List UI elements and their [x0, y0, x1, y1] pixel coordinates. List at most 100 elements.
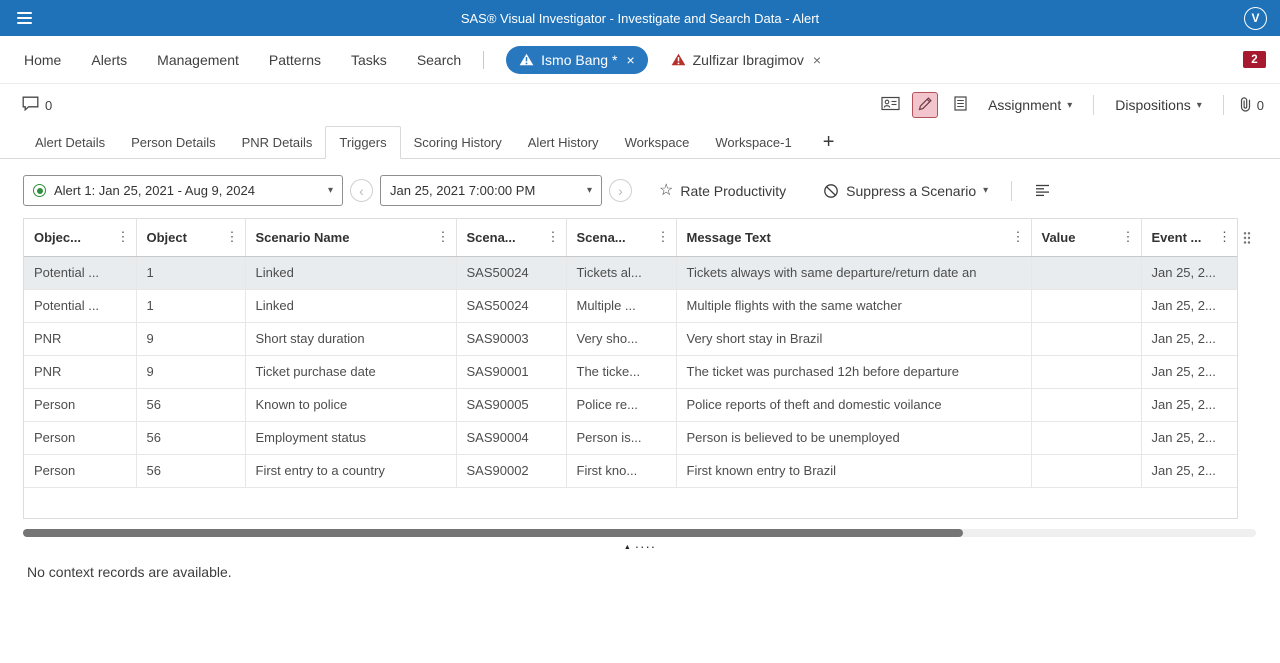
grid-options-button[interactable]	[1029, 178, 1055, 204]
tab-alert-history[interactable]: Alert History	[515, 126, 612, 158]
active-alert-icon	[33, 184, 46, 197]
action-bar: 0 Assignment ▾ Dispositions ▾ 0	[0, 84, 1280, 126]
warning-triangle-icon	[519, 53, 534, 66]
close-icon[interactable]: ×	[813, 52, 821, 68]
context-panel-collapse-handle[interactable]: ▲ ····	[0, 544, 1280, 551]
table-cell	[1031, 388, 1141, 421]
context-empty-message: No context records are available.	[27, 564, 1280, 580]
column-header-value[interactable]: Value ⋮	[1031, 219, 1141, 256]
tab-triggers[interactable]: Triggers	[325, 126, 400, 159]
column-menu-icon[interactable]: ⋮	[1012, 229, 1025, 245]
column-menu-icon[interactable]: ⋮	[657, 229, 670, 245]
column-header-message-text[interactable]: Message Text⋮	[676, 219, 1031, 256]
column-label: Value	[1042, 230, 1076, 245]
table-cell: PNR	[24, 322, 136, 355]
column-menu-icon[interactable]: ⋮	[1218, 229, 1231, 245]
vertical-scrollbar-grip[interactable]	[1243, 231, 1251, 245]
table-cell: SAS90001	[456, 355, 566, 388]
table-cell	[1031, 289, 1141, 322]
table-row[interactable]: PNR9Short stay durationSAS90003Very sho.…	[24, 322, 1237, 355]
nav-item-patterns[interactable]: Patterns	[269, 52, 321, 68]
edit-mode-button[interactable]	[912, 92, 938, 118]
suppress-scenario-button[interactable]: Suppress a Scenario ▾	[817, 182, 994, 200]
notes-button[interactable]	[947, 92, 973, 118]
menu-icon[interactable]	[0, 0, 46, 36]
triggers-grid: Objec...⋮Object⋮Scenario Name⋮Scena...⋮S…	[23, 218, 1238, 519]
comments-button[interactable]: 0	[22, 96, 52, 114]
table-row[interactable]: PNR9Ticket purchase dateSAS90001The tick…	[24, 355, 1237, 388]
column-menu-icon[interactable]: ⋮	[117, 229, 130, 245]
alert-select[interactable]: Alert 1: Jan 25, 2021 - Aug 9, 2024 ▾	[23, 175, 343, 206]
tab-scoring-history[interactable]: Scoring History	[401, 126, 515, 158]
table-row[interactable]: Potential ...1LinkedSAS50024Tickets al..…	[24, 256, 1237, 289]
nav-item-tasks[interactable]: Tasks	[351, 52, 387, 68]
table-cell: The ticke...	[566, 355, 676, 388]
warning-triangle-icon	[671, 53, 686, 66]
next-event-button[interactable]: ›	[609, 179, 632, 202]
column-header-scena[interactable]: Scena...⋮	[456, 219, 566, 256]
prev-event-button[interactable]: ‹	[350, 179, 373, 202]
app-title: SAS® Visual Investigator - Investigate a…	[0, 11, 1280, 26]
tab-workspace[interactable]: Workspace	[612, 126, 703, 158]
rate-productivity-label: Rate Productivity	[680, 183, 786, 199]
assignment-dropdown[interactable]: Assignment ▾	[982, 96, 1078, 114]
nav-item-management[interactable]: Management	[157, 52, 239, 68]
column-header-event[interactable]: Event ...⋮	[1141, 219, 1237, 256]
tab-person-details[interactable]: Person Details	[118, 126, 229, 158]
entity-card-button[interactable]	[877, 92, 903, 118]
tab-pnr-details[interactable]: PNR Details	[229, 126, 326, 158]
column-label: Scenario Name	[256, 230, 350, 245]
nav-item-home[interactable]: Home	[24, 52, 61, 68]
divider	[1223, 95, 1224, 115]
title-bar: SAS® Visual Investigator - Investigate a…	[0, 0, 1280, 36]
table-cell: Jan 25, 2...	[1141, 454, 1237, 487]
table-cell: Jan 25, 2...	[1141, 355, 1237, 388]
table-row[interactable]: Potential ...1LinkedSAS50024Multiple ...…	[24, 289, 1237, 322]
person-card-icon	[881, 96, 900, 114]
column-header-scenario-name[interactable]: Scenario Name ⋮	[245, 219, 456, 256]
tab-workspace-1[interactable]: Workspace-1	[702, 126, 804, 158]
table-cell: Linked	[245, 289, 456, 322]
paperclip-icon	[1239, 96, 1252, 115]
table-cell: 9	[136, 322, 245, 355]
notification-badge[interactable]: 2	[1243, 51, 1266, 68]
column-menu-icon[interactable]: ⋮	[1122, 229, 1135, 245]
assignment-label: Assignment	[988, 97, 1061, 113]
column-header-scena[interactable]: Scena...⋮	[566, 219, 676, 256]
tab-alert-details[interactable]: Alert Details	[22, 126, 118, 158]
rate-productivity-button[interactable]: ☆ Rate Productivity	[653, 182, 792, 200]
table-cell: First known entry to Brazil	[676, 454, 1031, 487]
nav-item-alerts[interactable]: Alerts	[91, 52, 127, 68]
entity-tab-ismo-bang[interactable]: Ismo Bang *×	[506, 46, 647, 74]
table-cell: Ticket purchase date	[245, 355, 456, 388]
main-nav: HomeAlertsManagementPatternsTasksSearch …	[0, 36, 1280, 84]
table-cell: SAS50024	[456, 289, 566, 322]
table-cell	[1031, 355, 1141, 388]
avatar[interactable]: V	[1244, 7, 1267, 30]
divider	[1011, 181, 1012, 201]
event-time-select[interactable]: Jan 25, 2021 7:00:00 PM ▾	[380, 175, 602, 206]
action-bar-right: Assignment ▾ Dispositions ▾ 0	[877, 92, 1264, 118]
table-cell: Known to police	[245, 388, 456, 421]
horizontal-scrollbar[interactable]	[23, 529, 1256, 537]
dispositions-dropdown[interactable]: Dispositions ▾	[1109, 96, 1208, 114]
column-menu-icon[interactable]: ⋮	[547, 229, 560, 245]
table-cell	[1031, 322, 1141, 355]
table-cell	[1031, 256, 1141, 289]
add-tab-button[interactable]: +	[813, 132, 845, 152]
nav-item-search[interactable]: Search	[417, 52, 461, 68]
horizontal-scrollbar-thumb[interactable]	[23, 529, 963, 537]
table-row[interactable]: Person56Known to policeSAS90005Police re…	[24, 388, 1237, 421]
entity-tab-zulfizar-ibragimov[interactable]: Zulfizar Ibragimov×	[658, 46, 834, 74]
table-row[interactable]: Person56Employment statusSAS90004Person …	[24, 421, 1237, 454]
column-menu-icon[interactable]: ⋮	[226, 229, 239, 245]
close-icon[interactable]: ×	[626, 52, 634, 68]
column-header-object[interactable]: Object⋮	[136, 219, 245, 256]
table-row[interactable]: Person56First entry to a countrySAS90002…	[24, 454, 1237, 487]
table-cell: Person	[24, 454, 136, 487]
column-menu-icon[interactable]: ⋮	[437, 229, 450, 245]
table-cell: 1	[136, 289, 245, 322]
attachments-button[interactable]: 0	[1239, 96, 1264, 115]
alert-select-value: Alert 1: Jan 25, 2021 - Aug 9, 2024	[54, 183, 255, 198]
column-header-objec[interactable]: Objec...⋮	[24, 219, 136, 256]
